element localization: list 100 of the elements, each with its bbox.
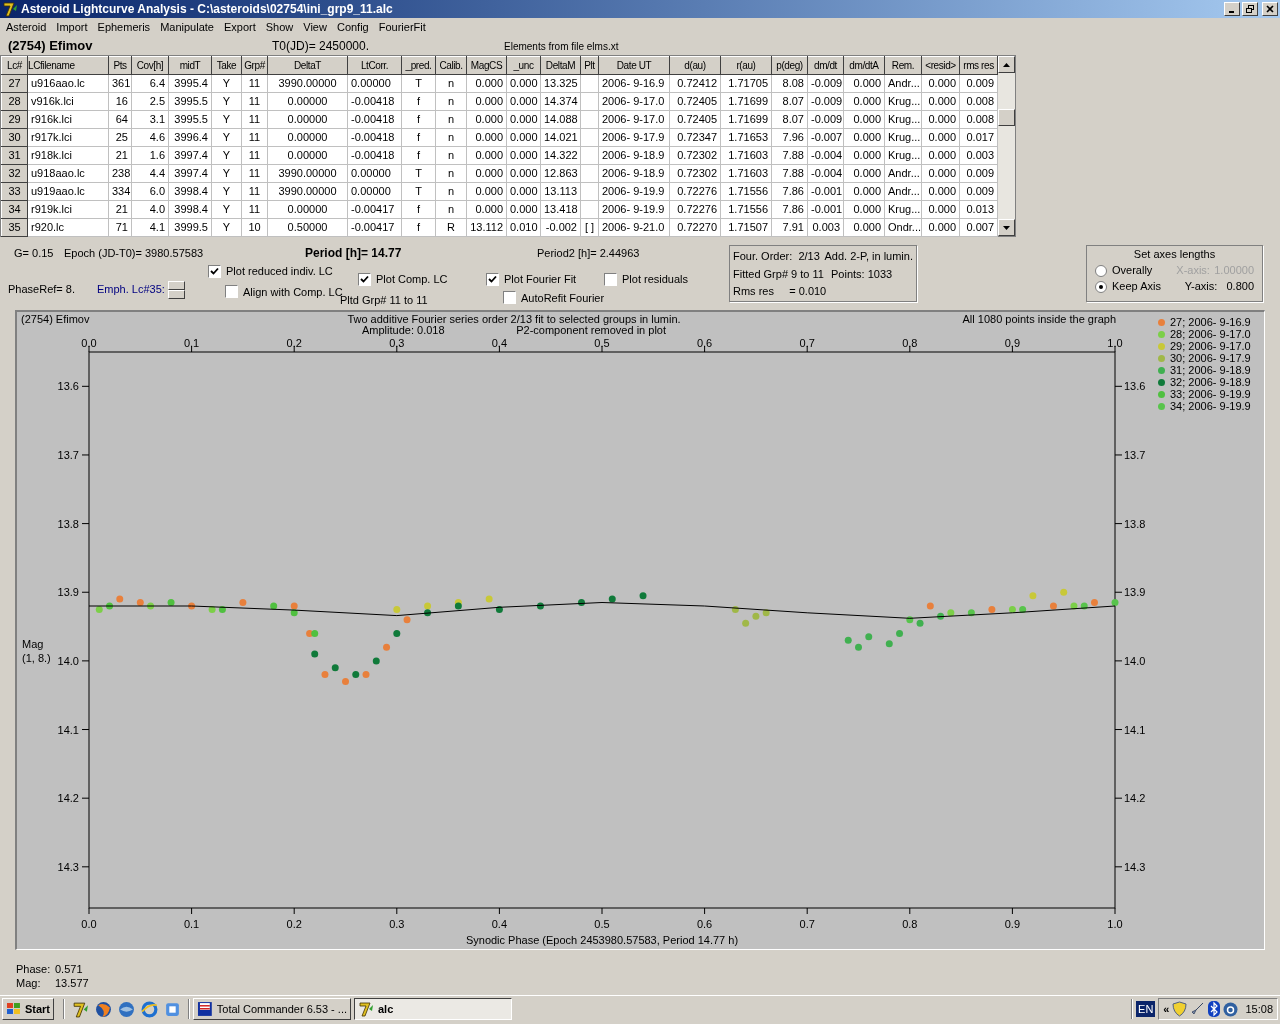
table-cell: 4.0 [131,200,169,219]
tick-label: 14.0 [1124,654,1146,667]
table-cell: Krug... [884,92,922,111]
tick-label: 0.4 [491,918,508,930]
table-cell: -0.00418 [347,128,402,147]
column-header[interactable]: _pred. [401,56,436,75]
table-cell: 0.00000 [267,128,348,147]
tick-label: 13.6 [57,380,79,393]
table-cell: 0.009 [959,74,998,93]
axis-title: Mag [22,638,44,650]
table-cell: -0.004 [807,146,844,165]
menu-item[interactable]: Show [260,19,299,36]
legend-label: 27; 2006- 9-16.9 [1170,316,1251,328]
legend-label: 33; 2006- 9-19.9 [1170,388,1251,400]
table-cell: 7.96 [771,128,808,147]
tick-label: 13.8 [57,517,79,530]
table-cell: 14.021 [540,128,581,147]
column-header[interactable]: Pts [108,56,132,75]
table-cell: r920.lc [27,218,109,237]
table-cell: 4.6 [131,128,169,147]
tick-label: 14.3 [57,860,79,873]
axis-value: 0.800 [1226,279,1254,295]
language-indicator[interactable]: EN [1136,1001,1156,1017]
column-header[interactable]: r(au) [720,56,772,75]
menu-item[interactable]: FourierFit [373,19,431,36]
table-cell: 4.1 [131,218,169,237]
column-header[interactable]: midT [168,56,212,75]
taskbar-button[interactable]: alc [354,998,512,1020]
tick-label: 0.4 [491,337,508,349]
column-header[interactable]: Rem. [884,56,922,75]
column-header[interactable]: _unc [506,56,541,75]
legend-label: 28; 2006- 9-17.0 [1170,328,1251,340]
table-cell: 0.000 [921,74,960,93]
table-cell: 0.00000 [267,146,348,165]
column-header[interactable]: Date UT [598,56,670,75]
column-header[interactable]: DeltaM [540,56,581,75]
tick-label: 14.2 [1124,792,1146,805]
table-cell: Y [211,146,242,165]
column-header[interactable]: dm/dt [807,56,844,75]
column-header[interactable]: d(au) [669,56,721,75]
column-header[interactable]: Grp# [241,56,268,75]
menu-item[interactable]: Config [331,19,374,36]
table-cell: 3990.00000 [267,164,348,183]
table-cell: 0.72302 [669,146,721,165]
taskbar-button[interactable]: Total Commander 6.53 - ... [193,998,351,1020]
tick-label: 0.1 [183,337,200,349]
table-cell: n [435,110,467,129]
table-cell: r919k.lci [27,200,109,219]
tray-chevron[interactable]: « [1163,1000,1170,1018]
column-header[interactable]: <resid> [921,56,960,75]
column-header[interactable]: Calib. [435,56,467,75]
table-cell: 3997.4 [168,146,212,165]
table-cell: Krug... [884,110,922,129]
start-button[interactable]: Start [2,998,54,1020]
table-cell: Andr... [884,74,922,93]
table-cell: 0.007 [959,218,998,237]
tick-label: 0.0 [81,337,97,349]
table-cell: n [435,74,467,93]
menu-item[interactable]: Ephemeris [92,19,156,36]
menu-item[interactable]: Import [51,19,93,36]
column-header[interactable]: p(deg) [771,56,808,75]
column-header[interactable]: LCfilename [27,56,109,75]
table-cell: -0.00418 [347,110,402,129]
tick-label: 13.7 [57,448,79,461]
table-cell: 14.088 [540,110,581,129]
table-cell: 7.86 [771,200,808,219]
column-header[interactable]: Lc# [1,56,28,75]
tick-label: 0.5 [594,337,610,349]
column-header[interactable]: Cov[h] [131,56,169,75]
table-cell: -0.00417 [347,200,402,219]
tick-label: 1.0 [1107,337,1123,349]
column-header[interactable]: Take [211,56,242,75]
checkbox-label: Plot reduced indiv. LC [226,264,333,279]
tick-label: 0.2 [286,918,302,930]
table-cell: f [401,146,436,165]
table-cell: 2006- 9-19.9 [598,200,670,219]
menu-item[interactable]: Export [218,19,261,36]
table-cell: 0.000 [466,92,507,111]
menu-item[interactable]: Asteroid [1,19,52,36]
table-cell: Krug... [884,128,922,147]
clock: 15:08 [1244,1001,1273,1017]
table-cell: 64 [108,110,132,129]
axis-note: (1, 8.) [22,652,51,664]
table-cell: f [401,218,436,237]
column-header[interactable]: LtCorr. [347,56,402,75]
emph-label: Emph. Lc#35: [97,282,165,298]
menu-item[interactable]: Manipulate [155,19,219,36]
table-cell: 0.000 [506,164,541,183]
menu-item[interactable]: View [298,19,332,36]
tick-label: 0.7 [799,918,815,930]
column-header[interactable]: rms res [959,56,998,75]
table-cell: 2006- 9-17.9 [598,128,670,147]
table-cell: -0.00418 [347,146,402,165]
table-cell: 0.72276 [669,200,721,219]
table-cell: -0.001 [807,200,844,219]
column-header[interactable]: dm/dtA [843,56,885,75]
tick-label: 14.3 [1124,860,1146,873]
table-cell: 3.1 [131,110,169,129]
column-header[interactable]: DeltaT [267,56,348,75]
column-header[interactable]: MagCS [466,56,507,75]
